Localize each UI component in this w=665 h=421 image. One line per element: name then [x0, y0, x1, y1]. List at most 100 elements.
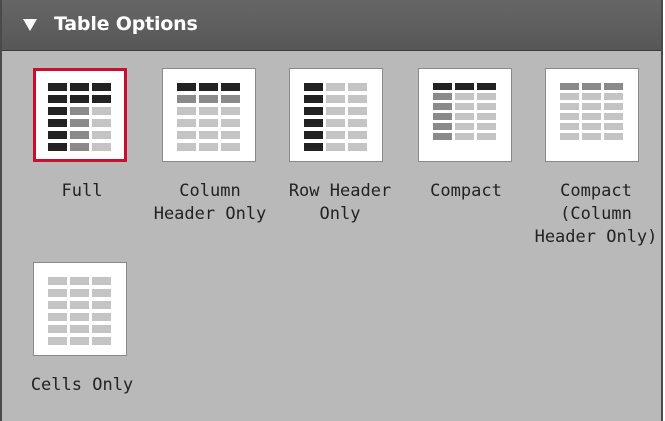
table-grid-cell [48, 143, 67, 151]
table-grid-cell [433, 123, 452, 130]
table-grid-cell [221, 143, 240, 151]
table-grid-cell [48, 95, 67, 103]
table-grid-cell [560, 133, 579, 140]
table-style-thumbnail[interactable] [289, 68, 383, 162]
table-grid-cell [304, 95, 323, 103]
table-grid-cell [48, 289, 67, 297]
table-grid-cell [326, 107, 345, 115]
table-grid-cell [582, 133, 601, 140]
table-grid-cell [604, 133, 623, 140]
triangle-down-icon[interactable] [23, 19, 37, 31]
table-grid-cell [433, 113, 452, 120]
table-grid-cell [455, 93, 474, 100]
table-grid-cell [221, 131, 240, 139]
table-grid-cell [582, 123, 601, 130]
table-grid-cell [477, 83, 496, 90]
table-style-thumbnail[interactable] [418, 68, 512, 162]
table-grid-cell [92, 289, 111, 297]
table-grid-cell [221, 83, 240, 91]
table-grid-cell [604, 93, 623, 100]
table-grid-cell [199, 107, 218, 115]
table-grid-cell [199, 131, 218, 139]
table-grid-cell [560, 123, 579, 130]
table-grid-cell [92, 337, 111, 345]
table-grid-cell [221, 119, 240, 127]
table-grid-cell [92, 277, 111, 285]
table-style-thumbnail[interactable] [162, 68, 256, 162]
table-grid-cell [304, 119, 323, 127]
table-grid-cell [70, 107, 89, 115]
table-grid-cell [177, 143, 196, 151]
table-grid-cell [582, 83, 601, 90]
table-grid-cell [92, 95, 111, 103]
table-grid-cell [70, 337, 89, 345]
table-grid-cell [604, 83, 623, 90]
table-grid-cell [582, 113, 601, 120]
table-grid-cell [477, 93, 496, 100]
table-option-label: Full [61, 181, 103, 201]
table-grid-cell [70, 325, 89, 333]
table-grid-cell [304, 143, 323, 151]
table-grid-cell [582, 93, 601, 100]
table-options-panel: Table Options Full Column Header Only Row … [0, 0, 663, 421]
panel-header[interactable]: Table Options [2, 0, 661, 51]
table-grid-cell [70, 143, 89, 151]
table-grid-icon [433, 83, 496, 145]
table-grid-cell [477, 123, 496, 130]
table-option-label: Compact (Column Header Only) [534, 181, 658, 247]
table-grid-cell [92, 119, 111, 127]
table-grid-cell [604, 123, 623, 130]
table-grid-cell [48, 131, 67, 139]
table-style-thumbnail[interactable] [545, 68, 639, 162]
table-grid-cell [348, 95, 367, 103]
table-option-label: Cells Only [30, 375, 134, 395]
table-grid-cell [199, 83, 218, 91]
table-grid-cell [304, 107, 323, 115]
table-grid-cell [70, 119, 89, 127]
table-grid-icon [177, 83, 240, 151]
table-grid-cell [48, 325, 67, 333]
table-grid-cell [199, 143, 218, 151]
table-grid-cell [48, 107, 67, 115]
table-option-label: Column Header Only [153, 181, 267, 224]
table-grid-cell [560, 113, 579, 120]
table-grid-cell [221, 95, 240, 103]
table-grid-cell [70, 289, 89, 297]
table-grid-cell [177, 83, 196, 91]
table-grid-cell [560, 103, 579, 110]
table-grid-cell [199, 95, 218, 103]
table-grid-cell [326, 131, 345, 139]
table-style-thumbnail[interactable] [33, 262, 127, 356]
table-grid-cell [348, 119, 367, 127]
table-grid-cell [177, 107, 196, 115]
table-grid-cell [92, 325, 111, 333]
table-grid-cell [199, 119, 218, 127]
table-grid-cell [92, 83, 111, 91]
table-grid-cell [70, 301, 89, 309]
table-grid-cell [582, 103, 601, 110]
table-grid-cell [348, 107, 367, 115]
table-grid-cell [48, 337, 67, 345]
table-grid-cell [48, 119, 67, 127]
table-grid-cell [70, 95, 89, 103]
table-grid-cell [455, 123, 474, 130]
table-style-thumbnail[interactable] [33, 68, 127, 162]
table-grid-cell [48, 301, 67, 309]
table-grid-icon [304, 83, 367, 151]
table-grid-cell [477, 103, 496, 110]
table-grid-icon [48, 277, 111, 345]
table-grid-cell [92, 301, 111, 309]
table-grid-cell [560, 83, 579, 90]
table-grid-cell [433, 83, 452, 90]
table-grid-cell [48, 313, 67, 321]
table-grid-cell [326, 119, 345, 127]
table-grid-cell [455, 113, 474, 120]
table-grid-cell [177, 131, 196, 139]
table-grid-icon [560, 83, 623, 145]
table-grid-cell [92, 131, 111, 139]
table-grid-cell [326, 83, 345, 91]
table-grid-cell [348, 83, 367, 91]
panel-title: Table Options [54, 13, 198, 35]
table-grid-cell [455, 103, 474, 110]
table-grid-cell [348, 131, 367, 139]
